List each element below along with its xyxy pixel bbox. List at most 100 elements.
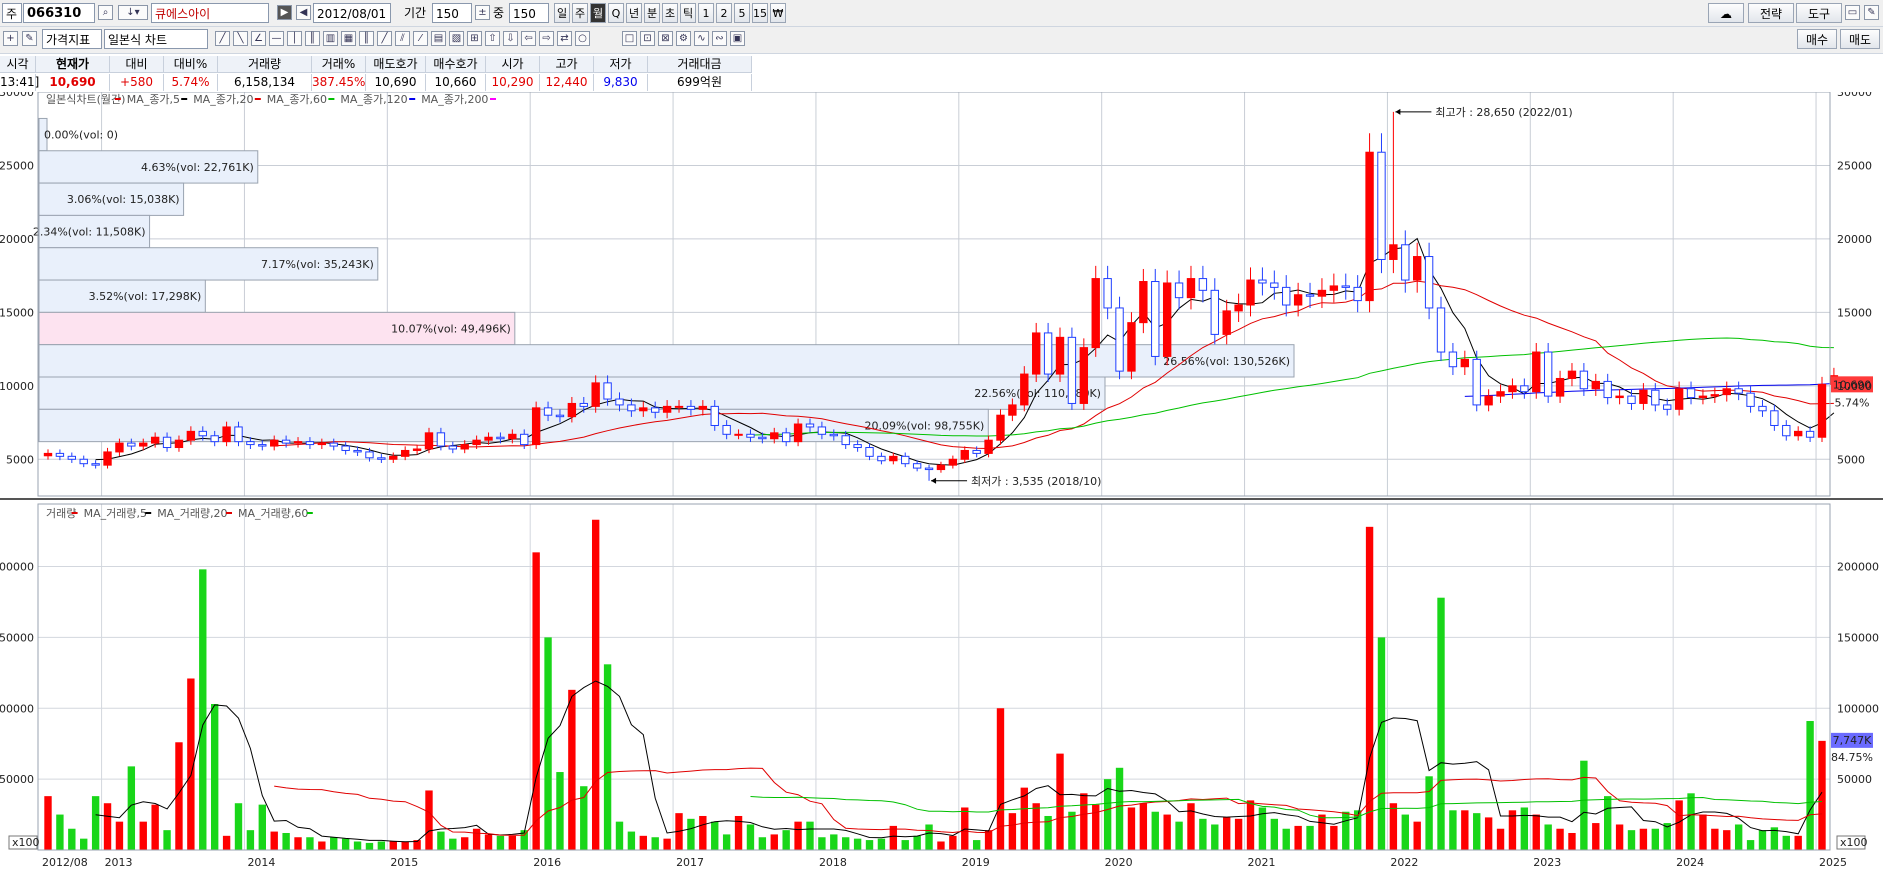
drawing-tool-icon[interactable]: ∾	[712, 31, 727, 46]
search-icon[interactable]: ⌕	[98, 5, 113, 20]
legend-label: MA_종가,20	[193, 93, 253, 106]
candle-body	[1567, 370, 1577, 379]
volume-profile-label: 0.00%(vol: 0)	[44, 129, 118, 142]
volume-bar	[1473, 813, 1481, 850]
drawing-tool-icon[interactable]: ⇦	[521, 31, 536, 46]
period-input[interactable]: 150	[432, 3, 472, 23]
weather-icon[interactable]: ☁	[1708, 3, 1744, 23]
period-button[interactable]: 초	[662, 3, 678, 23]
drawing-tool-icon[interactable]: ║	[359, 31, 374, 46]
volume-profile-bar	[38, 344, 1295, 378]
candle-body	[865, 447, 874, 457]
stock-chart[interactable]: 0.00%(vol: 0) 4.63%(vol: 22,761K) 3.06%(vo…	[0, 92, 1883, 871]
period-button[interactable]: 틱	[680, 3, 696, 23]
calc-icon[interactable]: ±	[475, 5, 490, 20]
candle-body	[1174, 282, 1184, 299]
period-button[interactable]: ₩	[770, 3, 786, 23]
period-button[interactable]: 1	[698, 3, 714, 23]
drawing-toolbar: + ✎ 가격지표 일본식 차트 ╱ ╲ ∠ — │ ║ ▥ ▦ ║ ╱ ⫽ ⁄ ▤ ▧ ⊞ ⇧ ⇩ ⇦ ⇨ ⇄ ○ □ ⊡ ⊠…	[0, 27, 1883, 54]
period-button[interactable]: 2	[716, 3, 732, 23]
period-button[interactable]: 주	[572, 3, 588, 23]
low-price-label: 최저가 : 3,535 (2018/10)	[971, 475, 1101, 488]
drawing-tool-icon[interactable]: ▣	[730, 31, 745, 46]
candle-body	[829, 433, 838, 437]
drawing-tool-icon[interactable]: ∿	[694, 31, 709, 46]
candle-body	[115, 442, 124, 453]
drawing-tool-icon[interactable]: —	[269, 31, 284, 46]
drawing-tool-icon[interactable]: ╲	[233, 31, 248, 46]
drawing-tool-icon[interactable]: ⇩	[503, 31, 518, 46]
period-button[interactable]: 분	[644, 3, 660, 23]
drawing-tool-icon[interactable]: ⇨	[539, 31, 554, 46]
count-input[interactable]: 150	[509, 3, 549, 23]
quote-header: 대비	[110, 56, 164, 73]
candle-body	[1353, 286, 1362, 302]
candle-body	[781, 432, 791, 443]
x-tick-label: 2015	[390, 856, 418, 869]
drawing-tool-icon[interactable]: ⇄	[557, 31, 572, 46]
volume-bar	[1544, 824, 1552, 850]
drawing-tool-icon[interactable]: ⇧	[485, 31, 500, 46]
drawing-tool-icon[interactable]: │	[287, 31, 302, 46]
volume-bar	[1080, 793, 1088, 850]
play-icon[interactable]: ▶	[277, 5, 292, 20]
drawing-tool-icon[interactable]: ║	[305, 31, 320, 46]
drawing-tool-icon[interactable]: ▦	[341, 31, 356, 46]
strategy-button[interactable]: 전략	[1748, 3, 1794, 23]
volume-bar	[1413, 821, 1421, 850]
settings-icon[interactable]: ✎	[1864, 5, 1879, 20]
quote-value: 10,660	[426, 74, 486, 91]
drawing-tool-icon[interactable]: ⁄	[413, 31, 428, 46]
stock-code-input[interactable]: 066310	[23, 3, 95, 23]
candle-body	[1508, 385, 1517, 393]
date-input[interactable]: 2012/08/01	[313, 3, 391, 23]
drawing-tool-icon[interactable]: ⫽	[395, 31, 410, 46]
candle-body	[1817, 383, 1827, 438]
drawing-tool-icon[interactable]: ╱	[377, 31, 392, 46]
period-button[interactable]: 15	[752, 3, 768, 23]
folder-icon[interactable]: ▭	[1845, 5, 1860, 20]
x-tick-label: 2023	[1533, 856, 1561, 869]
period-button[interactable]: Q	[608, 3, 624, 23]
candle-body	[555, 414, 565, 418]
sort-icon[interactable]: ↓▾	[118, 5, 148, 20]
prev-icon[interactable]: ◀	[296, 5, 311, 20]
drawing-tool-icon[interactable]: ▧	[449, 31, 464, 46]
drawing-tool-icon[interactable]: ╱	[215, 31, 230, 46]
stock-name-field[interactable]: 큐에스아이	[151, 3, 269, 23]
drawing-tool-icon[interactable]: ⚙	[676, 31, 691, 46]
chart-type-select[interactable]: 일본식 차트	[104, 29, 208, 49]
candle-body	[889, 455, 898, 462]
drawing-tool-icon[interactable]: ▤	[431, 31, 446, 46]
drawing-tool-icon[interactable]: ⊡	[640, 31, 655, 46]
drawing-tool-icon[interactable]: ∠	[251, 31, 266, 46]
volume-bar	[1461, 810, 1469, 850]
market-label[interactable]: 주	[2, 3, 22, 23]
candle-body	[234, 426, 243, 443]
period-button[interactable]: 월	[590, 3, 606, 23]
drawing-tool-icon[interactable]: ⊠	[658, 31, 673, 46]
candle-body	[1198, 278, 1208, 291]
candle-body	[1782, 424, 1791, 437]
drawing-tool-icon[interactable]: □	[622, 31, 637, 46]
drawing-tool-icon[interactable]: ○	[575, 31, 590, 46]
volume-bar	[639, 835, 647, 850]
expand-icon[interactable]: +	[3, 31, 18, 46]
buy-button[interactable]: 매수	[1797, 29, 1837, 49]
volume-bar	[1401, 814, 1409, 850]
tools-button[interactable]: 도구	[1796, 3, 1842, 23]
volume-bar	[1651, 828, 1660, 850]
edit-icon[interactable]: ✎	[22, 31, 37, 46]
candle-body	[770, 432, 779, 440]
period-button[interactable]: 일	[554, 3, 570, 23]
candle-body	[1115, 307, 1124, 372]
volume-bar	[91, 796, 100, 850]
drawing-tool-icon[interactable]: ▥	[323, 31, 338, 46]
drawing-tool-icon[interactable]: ⊞	[467, 31, 482, 46]
candle-body	[1246, 279, 1255, 306]
period-button[interactable]: 5	[734, 3, 750, 23]
candle-body	[1686, 388, 1696, 399]
indicator-button[interactable]: 가격지표	[42, 29, 102, 49]
period-button[interactable]: 년	[626, 3, 642, 23]
sell-button[interactable]: 매도	[1840, 29, 1880, 49]
